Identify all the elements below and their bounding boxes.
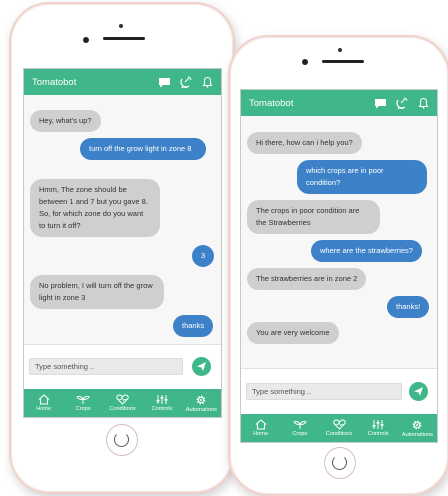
chat-message-user: thanks! xyxy=(387,296,430,318)
nav-home[interactable]: Home xyxy=(241,414,280,442)
chat-message-user: thanks xyxy=(173,315,214,337)
nav-conditions[interactable]: Conditions xyxy=(319,414,358,442)
heart-pulse-icon xyxy=(332,419,346,430)
bottom-navigation: Home Crops Conditions Controls Automatio… xyxy=(241,414,437,442)
satellite-dish-icon[interactable] xyxy=(396,97,409,109)
sprout-icon xyxy=(76,395,90,404)
message-input[interactable]: Type something .. xyxy=(246,383,402,400)
chat-message-bot: Hey, what's up? xyxy=(30,110,101,132)
app-header: Tomatobot xyxy=(241,90,437,116)
nav-controls[interactable]: Controls xyxy=(359,414,398,442)
nav-automations[interactable]: Automations xyxy=(398,414,437,442)
chat-icon[interactable] xyxy=(374,98,387,109)
bell-icon[interactable] xyxy=(418,97,429,109)
earpiece-camera xyxy=(119,24,123,28)
home-button[interactable] xyxy=(106,424,138,456)
nav-label: Home xyxy=(36,406,52,412)
bell-icon[interactable] xyxy=(202,76,213,88)
home-icon xyxy=(255,419,266,430)
speaker-grille xyxy=(322,60,364,63)
front-camera xyxy=(302,59,308,65)
nav-crops[interactable]: Crops xyxy=(280,414,319,442)
chat-message-user: 3 xyxy=(192,245,215,267)
chat-icon[interactable] xyxy=(158,77,171,88)
nav-automations[interactable]: Automations xyxy=(182,389,221,417)
phone-right: Tomatobot Hi there, how can i help you? … xyxy=(228,35,448,496)
home-icon xyxy=(38,394,50,405)
speaker-grille xyxy=(103,37,145,40)
nav-label: Controls xyxy=(151,406,173,412)
sliders-icon xyxy=(156,395,168,404)
nav-label: Automations xyxy=(185,406,217,413)
sprout-icon xyxy=(293,420,307,429)
nav-conditions[interactable]: Conditions xyxy=(103,389,142,417)
nav-label: Conditions xyxy=(325,431,353,437)
nav-home[interactable]: Home xyxy=(24,389,63,417)
message-composer: Type something .. xyxy=(241,368,437,415)
send-button[interactable] xyxy=(192,357,211,376)
screen: Tomatobot Hi there, how can i help you? … xyxy=(240,89,438,443)
message-composer: Type something .. xyxy=(24,344,221,390)
gear-icon xyxy=(413,420,422,429)
satellite-dish-icon[interactable] xyxy=(180,76,193,88)
chat-message-user: where are the strawberries? xyxy=(311,240,422,262)
chat-message-bot: The strawberries are in zone 2 xyxy=(247,268,367,290)
nav-label: Conditions xyxy=(109,406,136,412)
message-input[interactable]: Type something .. xyxy=(29,358,183,375)
send-button[interactable] xyxy=(409,382,428,401)
chat-message-user: which crops are in poor condition? xyxy=(297,160,427,194)
chat-message-bot: The crops in poor condition are the Stra… xyxy=(247,200,380,234)
earpiece-camera xyxy=(338,48,342,52)
gear-icon xyxy=(196,395,206,404)
heart-pulse-icon xyxy=(116,394,129,405)
bottom-navigation: Home Crops Conditions Controls Automatio… xyxy=(24,389,221,417)
nav-label: Home xyxy=(253,431,269,437)
nav-label: Crops xyxy=(75,406,91,412)
phone-left: Tomatobot Hey, what's up? turn off the g… xyxy=(9,2,235,494)
app-title: Tomatobot xyxy=(249,97,294,109)
chat-message-bot: You are very welcome xyxy=(247,322,339,344)
screen: Tomatobot Hey, what's up? turn off the g… xyxy=(23,68,222,418)
home-button[interactable] xyxy=(324,447,356,479)
chat-message-bot: Hi there, how can i help you? xyxy=(247,132,362,154)
nav-crops[interactable]: Crops xyxy=(63,389,102,417)
chat-message-user: turn off the grow light in zone 8 xyxy=(80,138,206,160)
nav-label: Automations xyxy=(401,431,433,438)
app-header: Tomatobot xyxy=(24,69,221,95)
sliders-icon xyxy=(372,420,384,429)
nav-label: Crops xyxy=(292,431,308,437)
nav-controls[interactable]: Controls xyxy=(142,389,181,417)
send-icon xyxy=(414,387,423,396)
front-camera xyxy=(83,37,89,43)
app-title: Tomatobot xyxy=(32,76,77,88)
send-icon xyxy=(197,362,206,371)
chat-message-bot: Hmm, The zone should be between 1 and 7 … xyxy=(30,179,160,237)
nav-label: Controls xyxy=(367,431,389,437)
chat-message-bot: No problem, I will turn off the grow lig… xyxy=(30,275,164,309)
